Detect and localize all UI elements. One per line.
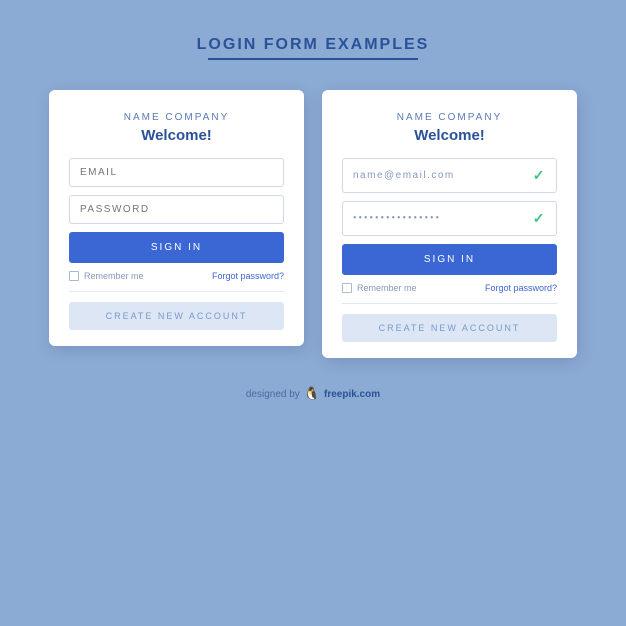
remember-me-1: Remember me xyxy=(69,271,144,281)
company-name-2: NAME COMPANY xyxy=(397,112,503,123)
cards-container: NAME COMPANY Welcome! SIGN IN Remember m… xyxy=(49,90,577,358)
footer-brand: freepik.com xyxy=(324,389,380,400)
remember-label-2: Remember me xyxy=(357,283,417,293)
sign-in-button-2[interactable]: SIGN IN xyxy=(342,244,557,275)
check-icon-email: ✓ xyxy=(533,167,546,184)
forgot-password-1[interactable]: Forgot password? xyxy=(212,271,284,281)
check-icon-password: ✓ xyxy=(533,210,546,227)
forgot-password-2[interactable]: Forgot password? xyxy=(485,283,557,293)
footer-logo-icon: 🐧 xyxy=(304,386,320,402)
remember-label-1: Remember me xyxy=(84,271,144,281)
footer-text: designed by xyxy=(246,389,300,400)
footer: designed by 🐧 freepik.com xyxy=(246,386,380,420)
page-title: LOGIN FORM EXAMPLES xyxy=(197,36,430,54)
bottom-row-2: Remember me Forgot password? xyxy=(342,283,557,293)
email-field-filled-2[interactable]: name@email.com ✓ xyxy=(342,158,557,193)
login-card-1: NAME COMPANY Welcome! SIGN IN Remember m… xyxy=(49,90,304,346)
welcome-text-1: Welcome! xyxy=(141,127,212,144)
checkbox-2[interactable] xyxy=(342,283,352,293)
page-header: LOGIN FORM EXAMPLES xyxy=(197,36,430,60)
remember-me-2: Remember me xyxy=(342,283,417,293)
password-field-filled-2[interactable]: •••••••••••••••• ✓ xyxy=(342,201,557,236)
divider-2 xyxy=(342,303,557,304)
bottom-row-1: Remember me Forgot password? xyxy=(69,271,284,281)
email-field-1[interactable] xyxy=(69,158,284,187)
login-card-2: NAME COMPANY Welcome! name@email.com ✓ •… xyxy=(322,90,577,358)
password-value-2: •••••••••••••••• xyxy=(353,213,533,224)
divider-1 xyxy=(69,291,284,292)
welcome-text-2: Welcome! xyxy=(414,127,485,144)
password-field-1[interactable] xyxy=(69,195,284,224)
company-name-1: NAME COMPANY xyxy=(124,112,230,123)
create-account-button-1[interactable]: CREATE NEW ACCOUNT xyxy=(69,302,284,330)
email-value-2: name@email.com xyxy=(353,170,533,181)
checkbox-1[interactable] xyxy=(69,271,79,281)
title-underline xyxy=(208,58,417,60)
sign-in-button-1[interactable]: SIGN IN xyxy=(69,232,284,263)
create-account-button-2[interactable]: CREATE NEW ACCOUNT xyxy=(342,314,557,342)
